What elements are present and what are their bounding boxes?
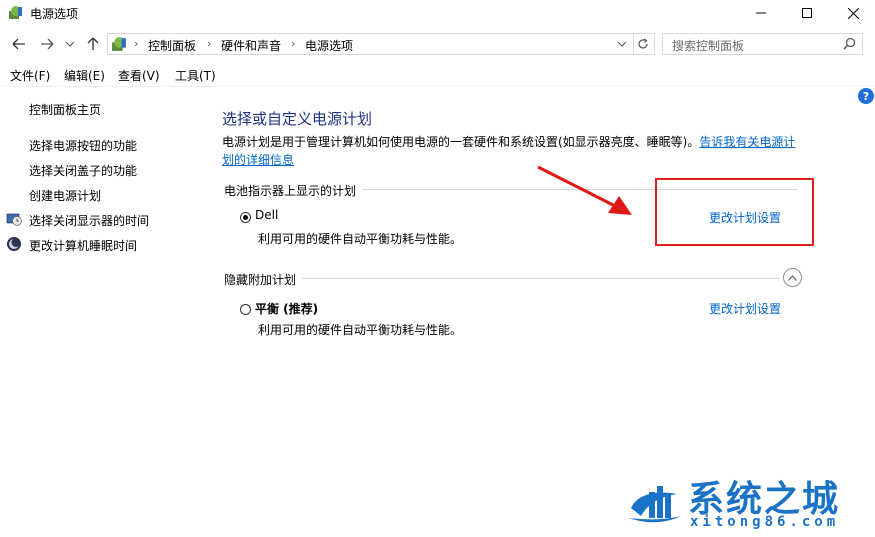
window-title: 电源选项 <box>30 7 79 21</box>
radio-selected-dot <box>243 215 248 220</box>
close-button[interactable] <box>830 0 875 26</box>
section-divider <box>302 278 780 279</box>
refresh-button[interactable] <box>633 33 652 55</box>
menu-tools[interactable]: 工具(T) <box>175 67 216 84</box>
plan-name-balanced[interactable]: 平衡 (推荐) <box>255 300 318 317</box>
sidebar-item-sleep-time[interactable]: 更改计算机睡眠时间 <box>29 237 137 254</box>
chevron-down-icon <box>618 41 626 47</box>
breadcrumb-separator: › <box>134 37 139 50</box>
chevron-down-icon <box>66 41 74 47</box>
plan-desc-dell: 利用可用的硬件自动平衡功耗与性能。 <box>258 232 463 246</box>
display-clock-icon <box>6 213 22 226</box>
power-options-icon <box>112 37 126 51</box>
sidebar-item-create-plan[interactable]: 创建电源计划 <box>29 187 101 204</box>
address-dropdown-button[interactable] <box>613 33 631 55</box>
help-icon[interactable]: ? <box>858 88 874 104</box>
search-input[interactable]: 搜索控制面板 <box>672 37 744 54</box>
sidebar-item-display-off[interactable]: 选择关闭显示器的时间 <box>29 212 149 229</box>
section-battery-plans: 电池指示器上显示的计划 <box>224 184 357 198</box>
plan-radio-balanced[interactable] <box>240 304 251 315</box>
section-hidden-plans: 隐藏附加计划 <box>224 273 297 287</box>
plan-radio-dell[interactable] <box>240 212 251 223</box>
sidebar-home-link[interactable]: 控制面板主页 <box>29 101 101 118</box>
watermark-url: xitong86.com <box>690 514 840 530</box>
refresh-icon <box>638 38 648 49</box>
sidebar-item-power-button[interactable]: 选择电源按钮的功能 <box>29 137 137 154</box>
forward-button[interactable] <box>38 34 56 54</box>
power-options-icon <box>9 6 22 19</box>
menu-edit[interactable]: 编辑(E) <box>64 67 105 84</box>
breadcrumb-hardware-sound[interactable]: 硬件和声音 <box>221 37 281 54</box>
breadcrumb-separator: › <box>291 37 296 50</box>
change-plan-settings-balanced[interactable]: 更改计划设置 <box>709 300 781 317</box>
menu-view[interactable]: 查看(V) <box>118 67 160 84</box>
arrow-right-icon <box>41 38 54 50</box>
up-button[interactable] <box>84 34 102 54</box>
recent-locations-button[interactable] <box>64 34 76 54</box>
back-button[interactable] <box>10 34 28 54</box>
close-icon <box>847 7 859 19</box>
breadcrumb-power-options[interactable]: 电源选项 <box>305 37 353 54</box>
learn-more-link[interactable]: 告诉我有关电源计 <box>699 135 795 149</box>
breadcrumb-control-panel[interactable]: 控制面板 <box>148 37 196 54</box>
chevron-up-icon <box>788 274 797 281</box>
page-description: 电源计划是用于管理计算机如何使用电源的一套硬件和系统设置(如显示器亮度、睡眠等)… <box>222 133 802 169</box>
title-bar: 电源选项 <box>0 0 875 26</box>
arrow-up-icon <box>87 37 99 50</box>
highlight-box <box>655 178 814 246</box>
description-text: 电源计划是用于管理计算机如何使用电源的一套硬件和系统设置(如显示器亮度、睡眠等)… <box>222 135 700 149</box>
watermark-logo <box>629 486 681 523</box>
page-title: 选择或自定义电源计划 <box>222 110 373 128</box>
plan-name-dell[interactable]: Dell <box>255 208 278 222</box>
arrow-left-icon <box>12 38 25 50</box>
minimize-icon <box>756 12 766 14</box>
search-box[interactable]: 搜索控制面板 <box>662 33 863 55</box>
minimize-button[interactable] <box>738 0 784 26</box>
learn-more-link-cont[interactable]: 划的详细信息 <box>222 153 294 167</box>
collapse-button[interactable] <box>783 268 802 287</box>
menu-file[interactable]: 文件(F) <box>10 67 50 84</box>
red-arrow-annotation <box>537 165 632 215</box>
moon-icon <box>7 237 21 251</box>
maximize-button[interactable] <box>784 0 830 26</box>
search-icon[interactable] <box>843 37 856 50</box>
sidebar-item-lid-close[interactable]: 选择关闭盖子的功能 <box>29 162 137 179</box>
breadcrumb-separator: › <box>207 37 212 50</box>
plan-desc-balanced: 利用可用的硬件自动平衡功耗与性能。 <box>258 323 463 337</box>
address-bar[interactable]: › 控制面板 › 硬件和声音 › 电源选项 <box>107 33 655 55</box>
maximize-icon <box>802 8 812 18</box>
menu-divider <box>0 86 875 87</box>
